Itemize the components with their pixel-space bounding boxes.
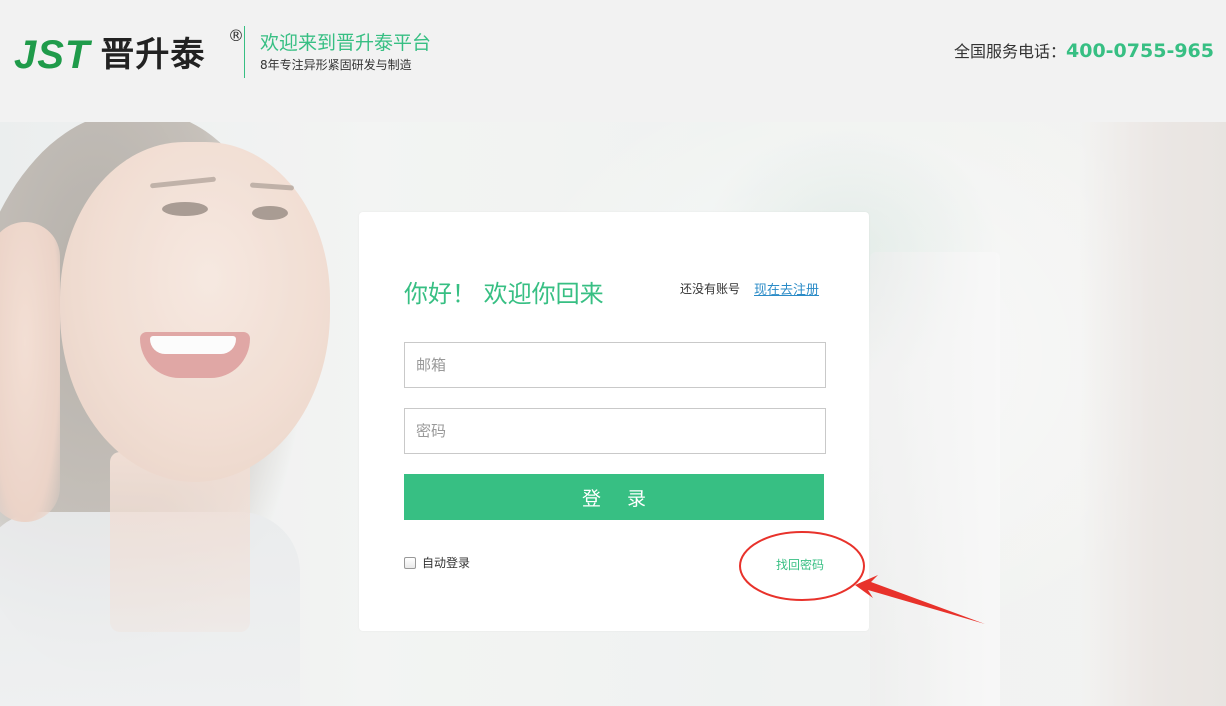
header-subslogan: 8年专注异形紧固研发与制造 (260, 58, 412, 72)
auto-login-label: 自动登录 (422, 556, 471, 570)
registered-mark: ® (228, 26, 244, 45)
logo-latin-mark: JST (14, 33, 91, 77)
login-button[interactable]: 登 录 (404, 474, 824, 520)
no-account-text: 还没有账号 (680, 282, 741, 296)
email-field[interactable] (404, 342, 826, 388)
brand-logo[interactable]: JST 晋升泰 ® (14, 26, 244, 80)
header-divider (244, 26, 245, 78)
password-field[interactable] (404, 408, 826, 454)
phone-number: 400-0755-965 (1066, 40, 1214, 62)
site-header: JST 晋升泰 ® 欢迎来到晋升泰平台 8年专注异形紧固研发与制造 全国服务电话… (0, 0, 1226, 122)
auto-login-checkbox[interactable] (404, 556, 416, 569)
login-title: 你好！ 欢迎你回来 (404, 280, 604, 308)
login-card: 你好！ 欢迎你回来 还没有账号 现在去注册 登 录 自动登录 找回密码 (359, 212, 869, 631)
header-slogan: 欢迎来到晋升泰平台 (260, 32, 432, 54)
register-link[interactable]: 现在去注册 (754, 279, 819, 298)
logo-chinese-name: 晋升泰 (100, 35, 206, 75)
forgot-password-link[interactable]: 找回密码 (776, 556, 824, 573)
auto-login-option[interactable]: 自动登录 (404, 554, 470, 571)
service-phone: 全国服务电话：400-0755-965 (954, 38, 1214, 62)
phone-label: 全国服务电话： (954, 42, 1067, 61)
